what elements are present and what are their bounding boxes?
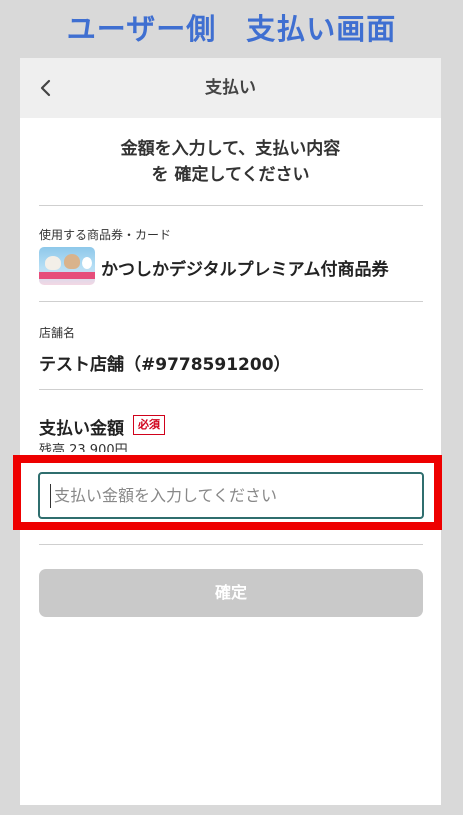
divider (39, 389, 423, 390)
divider (39, 301, 423, 302)
instruction-text: 金額を入力して、支払い内容 を 確定してください (20, 136, 441, 188)
amount-label: 支払い金額 (39, 419, 124, 439)
payment-screen: 支払い 金額を入力して、支払い内容 を 確定してください 使用する商品券・カード… (20, 58, 441, 805)
store-name: テスト店舗（#9778591200） (39, 355, 291, 375)
chevron-left-icon[interactable] (36, 76, 56, 100)
text-caret (50, 484, 51, 508)
required-badge: 必須 (133, 415, 165, 435)
divider (39, 205, 423, 206)
confirm-button[interactable]: 確定 (39, 569, 423, 617)
store-label: 店舗名 (39, 326, 76, 340)
amount-placeholder: 支払い金額を入力してください (54, 486, 278, 505)
divider (39, 544, 423, 545)
voucher-row: かつしかデジタルプレミアム付商品券 (39, 247, 423, 287)
amount-input[interactable]: 支払い金額を入力してください (38, 472, 424, 519)
app-header: 支払い (20, 58, 441, 118)
voucher-label: 使用する商品券・カード (39, 228, 172, 242)
header-title: 支払い (205, 78, 256, 98)
instruction-line-2: を 確定してください (151, 165, 310, 185)
voucher-thumbnail (39, 247, 95, 285)
page-heading: ユーザー側 支払い画面 (66, 12, 397, 46)
voucher-name: かつしかデジタルプレミアム付商品券 (101, 260, 389, 280)
instruction-line-1: 金額を入力して、支払い内容 (120, 139, 341, 159)
balance-text: 残高 23,900円 (39, 443, 128, 452)
